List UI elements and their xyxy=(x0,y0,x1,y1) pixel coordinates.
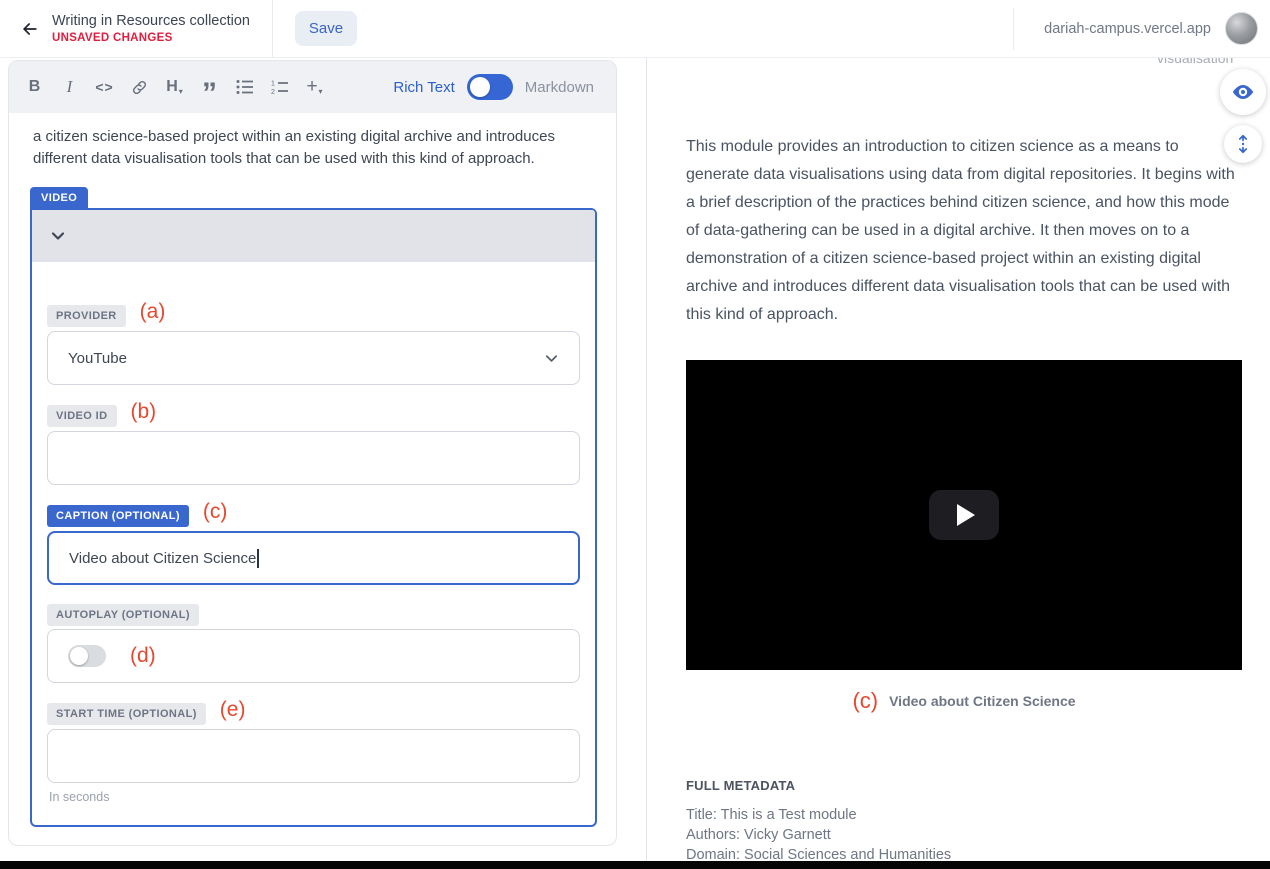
markdown-mode-label: Markdown xyxy=(525,79,594,96)
eye-icon xyxy=(1231,80,1255,104)
video-id-field: VIDEO ID (b) xyxy=(47,404,580,485)
start-time-label: START TIME (OPTIONAL) xyxy=(47,703,206,725)
video-block-tag: VIDEO xyxy=(30,187,88,208)
autoplay-toggle-knob xyxy=(70,647,88,665)
site-name: dariah-campus.vercel.app xyxy=(1044,21,1211,37)
clipped-heading-text: visualisation xyxy=(1157,58,1233,66)
italic-icon[interactable]: I xyxy=(52,70,87,104)
play-button[interactable] xyxy=(929,490,999,540)
numbered-list-icon[interactable]: 12 xyxy=(262,70,297,104)
toggle-knob xyxy=(470,77,490,97)
metadata-row-domain: Domain: Social Sciences and Humanities xyxy=(686,845,1246,861)
autoplay-label: AUTOPLAY (OPTIONAL) xyxy=(47,604,199,626)
video-id-label: VIDEO ID xyxy=(47,405,117,427)
editor-paragraph[interactable]: a citizen science-based project within a… xyxy=(33,126,592,170)
plus-glyph: + xyxy=(306,76,317,98)
start-time-field: START TIME (OPTIONAL) (e) In seconds xyxy=(47,702,580,804)
back-arrow-icon xyxy=(20,19,40,39)
annotation-e: (e) xyxy=(220,698,246,722)
text-cursor xyxy=(257,549,259,568)
caption-field: CAPTION (OPTIONAL) (c) Video about Citiz… xyxy=(47,504,580,585)
annotation-d: (d) xyxy=(130,644,156,668)
play-icon xyxy=(957,504,975,526)
video-block-body: PROVIDER (a) YouTube VIDEO ID (b) xyxy=(32,304,595,825)
metadata-heading: FULL METADATA xyxy=(686,778,1246,793)
provider-select[interactable]: YouTube xyxy=(47,331,580,385)
start-time-input[interactable] xyxy=(47,729,580,783)
page-title: Writing in Resources collection xyxy=(52,13,250,29)
full-metadata-section: FULL METADATA Title: This is a Test modu… xyxy=(686,778,1246,861)
header-divider xyxy=(272,0,273,57)
chevron-down-icon xyxy=(50,228,66,244)
collapse-button[interactable] xyxy=(50,228,66,244)
preview-toggle-button[interactable] xyxy=(1220,69,1266,115)
video-player xyxy=(686,360,1242,670)
add-caret-icon: ▾ xyxy=(319,87,323,96)
video-caption-row: (c) Video about Citizen Science xyxy=(686,688,1242,714)
autoplay-box: (d) xyxy=(47,629,580,683)
preview-paragraph: This module provides an introduction to … xyxy=(686,133,1246,329)
heading-glyph: H xyxy=(166,78,178,96)
provider-field: PROVIDER (a) YouTube xyxy=(47,304,580,385)
code-icon[interactable]: <> xyxy=(87,70,122,104)
preview-panel: visualisation This module provides an in… xyxy=(647,58,1270,861)
bottom-bar xyxy=(0,861,1270,869)
header-divider-right xyxy=(1013,8,1014,50)
svg-text:2: 2 xyxy=(271,89,275,95)
metadata-rows: Title: This is a Test module Authors: Vi… xyxy=(686,805,1246,861)
add-block-icon[interactable]: +▾ xyxy=(297,70,332,104)
start-time-helper: In seconds xyxy=(47,790,580,804)
provider-value: YouTube xyxy=(68,350,127,367)
bold-icon[interactable]: B xyxy=(17,70,52,104)
heading-icon[interactable]: H▾ xyxy=(157,70,192,104)
heading-caret-icon: ▾ xyxy=(179,87,183,96)
provider-label: PROVIDER xyxy=(47,305,126,327)
svg-text:1: 1 xyxy=(271,81,275,88)
metadata-row-authors: Authors: Vicky Garnett xyxy=(686,825,1246,845)
header-right: dariah-campus.vercel.app xyxy=(1013,0,1270,57)
document-title-block: Writing in Resources collection UNSAVED … xyxy=(52,13,250,44)
video-id-input[interactable] xyxy=(47,431,580,485)
caption-label: CAPTION (OPTIONAL) xyxy=(47,505,189,527)
autoplay-toggle[interactable] xyxy=(68,645,106,667)
top-bar: Writing in Resources collection UNSAVED … xyxy=(0,0,1270,58)
app-root: Writing in Resources collection UNSAVED … xyxy=(0,0,1270,869)
richtext-markdown-toggle[interactable] xyxy=(467,74,513,100)
caption-value: Video about Citizen Science xyxy=(69,550,256,567)
richtext-mode-label: Rich Text xyxy=(393,79,454,96)
select-chevron-icon xyxy=(544,351,559,366)
metadata-row-title: Title: This is a Test module xyxy=(686,805,1246,825)
richtext-toolbar: B I <> H▾ ” 12 +▾ Rich Text Markdown xyxy=(9,61,616,113)
annotation-a: (a) xyxy=(140,300,166,324)
annotation-c-preview: (c) xyxy=(852,688,878,714)
video-block: PROVIDER (a) YouTube VIDEO ID (b) xyxy=(30,208,597,827)
bullet-list-icon[interactable] xyxy=(227,70,262,104)
quote-icon[interactable]: ” xyxy=(192,70,227,104)
annotation-b: (b) xyxy=(131,400,157,424)
video-caption: Video about Citizen Science xyxy=(889,693,1075,709)
unsaved-changes-badge: UNSAVED CHANGES xyxy=(52,32,250,44)
avatar[interactable] xyxy=(1225,12,1258,45)
link-icon[interactable] xyxy=(122,70,157,104)
editor-panel: B I <> H▾ ” 12 +▾ Rich Text Markdown xyxy=(8,60,617,846)
autoplay-field: AUTOPLAY (OPTIONAL) (d) xyxy=(47,604,580,683)
editor-mode-cluster: Rich Text Markdown xyxy=(393,74,602,100)
save-button[interactable]: Save xyxy=(295,11,357,46)
annotation-c: (c) xyxy=(203,500,228,524)
back-button[interactable] xyxy=(10,9,50,49)
quote-glyph: ” xyxy=(202,77,217,111)
video-block-header[interactable] xyxy=(32,210,595,262)
caption-input[interactable]: Video about Citizen Science xyxy=(47,531,580,585)
